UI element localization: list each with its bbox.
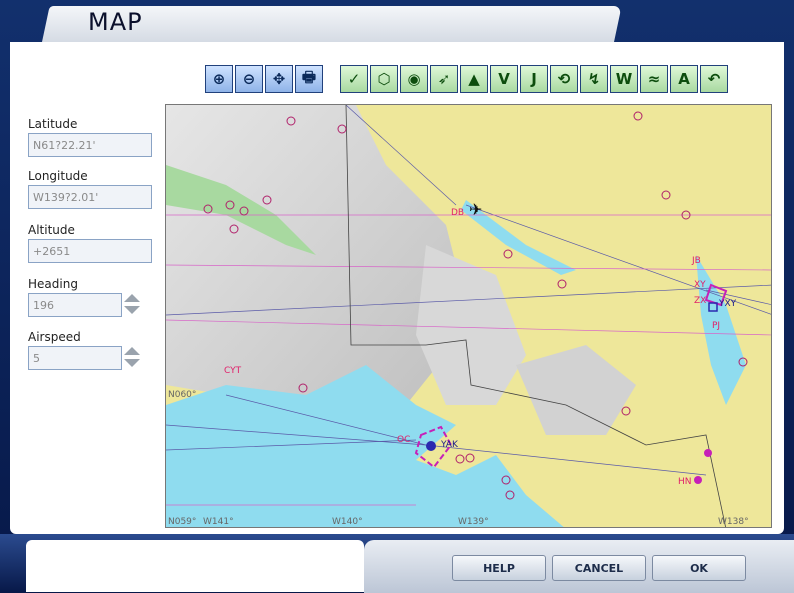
- map-layers-toolbar: ✓ ⬡ ◉ ➶ ▲ V J ⟲ ↯ W ≈ A ↶: [340, 65, 728, 93]
- map-label: ZX: [694, 296, 706, 306]
- longitude-label: Longitude: [28, 169, 88, 183]
- airspeed-field[interactable]: 5: [28, 346, 122, 370]
- map-label: DB: [451, 208, 464, 218]
- vor-marker: [426, 441, 436, 451]
- map-label: W140°: [332, 517, 363, 527]
- map-label: W138°: [718, 517, 749, 527]
- increment-icon[interactable]: [124, 294, 140, 302]
- map-label: HN: [678, 477, 692, 487]
- airspace-button[interactable]: ⟲: [550, 65, 578, 93]
- waypoint-icon: W: [615, 70, 633, 88]
- ndb-marker-2: [694, 476, 702, 484]
- map-label: W141°: [203, 517, 234, 527]
- airport-button[interactable]: ✓: [340, 65, 368, 93]
- ndb-icon: ◉: [407, 70, 421, 88]
- approach-button[interactable]: ↶: [700, 65, 728, 93]
- heading-field[interactable]: 196: [28, 293, 122, 317]
- map-label: CYT: [224, 366, 242, 376]
- zoom-out-button[interactable]: ⊖: [235, 65, 263, 93]
- map-canvas[interactable]: ✈ DB JB XY ZX YXY PJ CYT OC YAK HN N060° N059° W141°…: [166, 105, 772, 528]
- altitude-icon: A: [678, 70, 690, 88]
- approach-icon: ↶: [707, 70, 721, 88]
- airplane-icon: ✈: [469, 200, 482, 219]
- terrain-icon: ▲: [468, 70, 480, 88]
- airspeed-stepper[interactable]: [124, 346, 140, 370]
- cancel-button[interactable]: CANCEL: [552, 555, 646, 581]
- zoom-out-icon: ⊖: [242, 70, 256, 88]
- vor-icon: ⬡: [377, 70, 391, 88]
- airplane-icon: ➶: [437, 70, 451, 88]
- increment-icon[interactable]: [124, 347, 140, 355]
- zoom-in-button[interactable]: ⊕: [205, 65, 233, 93]
- map-label: W139°: [458, 517, 489, 527]
- map-nav-toolbar: ⊕ ⊖ ✥ 🖶: [205, 65, 323, 93]
- decrement-icon[interactable]: [124, 359, 140, 367]
- ndb-button[interactable]: ◉: [400, 65, 428, 93]
- print-button[interactable]: 🖶: [295, 65, 323, 93]
- latitude-label: Latitude: [28, 117, 78, 131]
- map-label: OC: [397, 435, 410, 445]
- airport-icon: ✓: [347, 70, 361, 88]
- help-button[interactable]: HELP: [452, 555, 546, 581]
- map-label: N059°: [168, 517, 196, 527]
- center-icon: ✥: [272, 70, 286, 88]
- airspeed-label: Airspeed: [28, 330, 81, 344]
- altitude-label: Altitude: [28, 223, 75, 237]
- victor-airways-icon: V: [498, 70, 510, 88]
- status-box: [26, 540, 364, 592]
- center-button[interactable]: ✥: [265, 65, 293, 93]
- hl-button[interactable]: ≈: [640, 65, 668, 93]
- map-label: XY: [694, 280, 706, 290]
- map-label: PJ: [712, 321, 720, 331]
- victor-airways-button[interactable]: V: [490, 65, 518, 93]
- ndb-marker: [704, 449, 712, 457]
- ok-button[interactable]: OK: [652, 555, 746, 581]
- jet-airways-icon: J: [531, 70, 537, 88]
- vor-button[interactable]: ⬡: [370, 65, 398, 93]
- terrain-button[interactable]: ▲: [460, 65, 488, 93]
- jet-airways-button[interactable]: J: [520, 65, 548, 93]
- hl-icon: ≈: [647, 70, 661, 88]
- longitude-field[interactable]: W139?2.01': [28, 185, 152, 209]
- heading-stepper[interactable]: [124, 293, 140, 317]
- map-view[interactable]: ✈ DB JB XY ZX YXY PJ CYT OC YAK HN N060° N059° W141°…: [165, 104, 772, 528]
- airspace-icon: ⟲: [557, 70, 571, 88]
- route-button[interactable]: ↯: [580, 65, 608, 93]
- decrement-icon[interactable]: [124, 306, 140, 314]
- airplane-button[interactable]: ➶: [430, 65, 458, 93]
- window-title: MAP: [88, 8, 143, 36]
- altitude-field[interactable]: +2651: [28, 239, 152, 263]
- print-icon: 🖶: [301, 67, 317, 86]
- route-icon: ↯: [587, 70, 601, 88]
- map-label: JB: [691, 256, 701, 266]
- altitude-button[interactable]: A: [670, 65, 698, 93]
- map-label: YAK: [440, 440, 459, 450]
- heading-label: Heading: [28, 277, 78, 291]
- waypoint-button[interactable]: W: [610, 65, 638, 93]
- map-label: N060°: [168, 390, 196, 400]
- zoom-in-icon: ⊕: [212, 70, 226, 88]
- map-label: YXY: [718, 299, 737, 309]
- latitude-field[interactable]: N61?22.21': [28, 133, 152, 157]
